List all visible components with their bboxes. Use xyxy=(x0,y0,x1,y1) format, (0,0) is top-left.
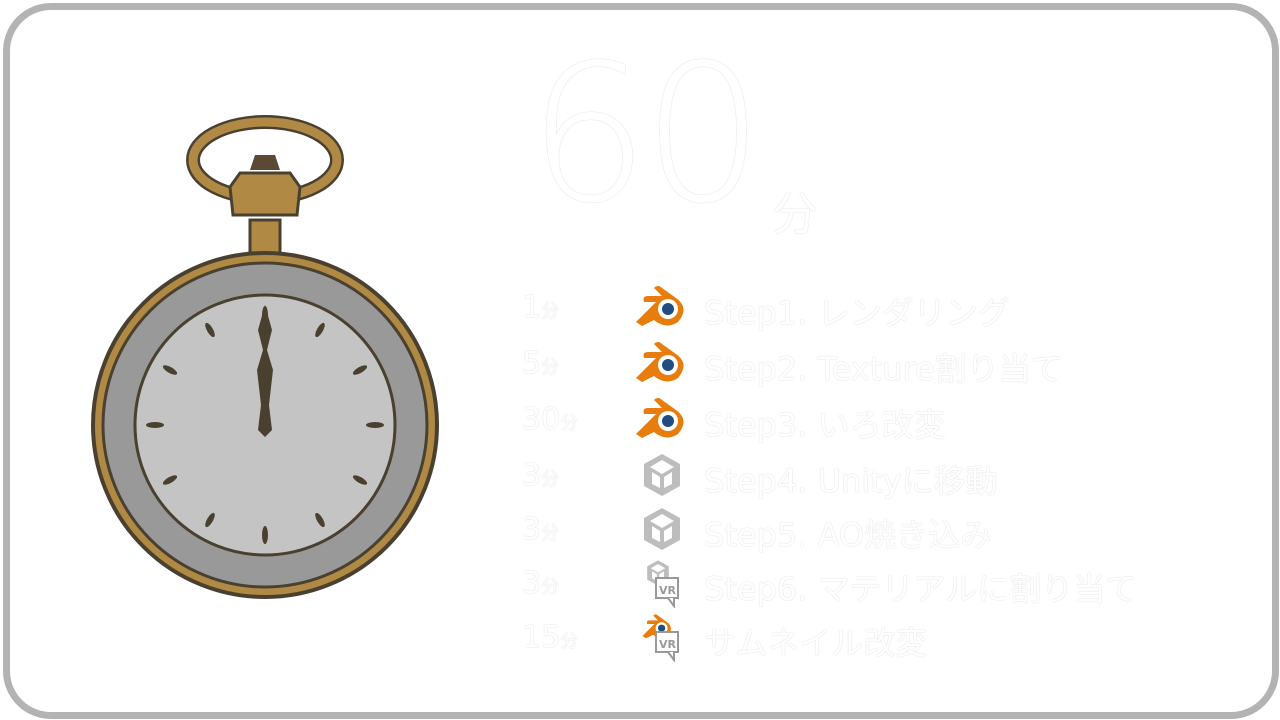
step-row: 3分 Step5. AO焼き込み xyxy=(522,504,1222,556)
step-minutes: 5分 xyxy=(522,346,559,381)
step-label: Step4. Unityに移動 xyxy=(704,462,998,500)
step-row: 5分 Step2. Texture割り当て xyxy=(522,338,1222,390)
blender-icon xyxy=(632,394,692,444)
step-minutes-value: 30 xyxy=(522,402,561,437)
step-minutes: 3分 xyxy=(522,512,559,547)
step-row: 3分 VR Step6. マテリアルに割り当て xyxy=(522,558,1222,610)
step-minutes: 3分 xyxy=(522,458,559,493)
step-minutes-unit: 分 xyxy=(560,413,579,434)
step-minutes-unit: 分 xyxy=(541,357,560,378)
step-label: Step2. Texture割り当て xyxy=(704,350,1063,388)
step-minutes-unit: 分 xyxy=(560,631,579,652)
step-minutes-value: 3 xyxy=(522,512,542,547)
step-minutes-value: 1 xyxy=(522,290,542,325)
total-minutes: 60 xyxy=(528,24,764,245)
svg-text:VR: VR xyxy=(659,638,677,651)
step-minutes-value: 15 xyxy=(522,620,561,655)
step-minutes-value: 3 xyxy=(522,458,542,493)
step-minutes-unit: 分 xyxy=(541,577,560,598)
step-minutes: 3分 xyxy=(522,566,559,601)
step-minutes-unit: 分 xyxy=(541,301,560,322)
stopwatch-illustration xyxy=(91,115,439,599)
step-minutes-value: 5 xyxy=(522,346,542,381)
blender-icon xyxy=(632,338,692,388)
step-minutes: 30分 xyxy=(522,402,578,437)
step-row: 30分 Step3. いろ改変 xyxy=(522,394,1222,446)
step-label: サムネイル改変 xyxy=(704,624,928,662)
step-label: Step3. いろ改変 xyxy=(704,406,946,444)
step-label: Step1. レンダリング xyxy=(704,294,1010,332)
step-label: Step5. AO焼き込み xyxy=(704,516,993,554)
step-row: 3分 Step4. Unityに移動 xyxy=(522,450,1222,502)
step-minutes-unit: 分 xyxy=(541,469,560,490)
step-row: 15分 VR サムネイル改変 xyxy=(522,612,1222,664)
step-row: 1分 Step1. レンダリング xyxy=(522,282,1222,334)
unity-vr-icon: VR xyxy=(632,558,692,609)
step-label: Step6. マテリアルに割り当て xyxy=(704,570,1138,608)
step-minutes: 15分 xyxy=(522,620,578,655)
total-minutes-unit: 分 xyxy=(772,187,818,241)
unity-icon xyxy=(632,504,692,554)
step-minutes: 1分 xyxy=(522,290,559,325)
svg-text:VR: VR xyxy=(659,584,677,597)
step-minutes-value: 3 xyxy=(522,566,542,601)
unity-icon xyxy=(632,450,692,500)
blender-icon xyxy=(632,282,692,332)
blender-vr-icon: VR xyxy=(632,612,692,663)
step-minutes-unit: 分 xyxy=(541,523,560,544)
